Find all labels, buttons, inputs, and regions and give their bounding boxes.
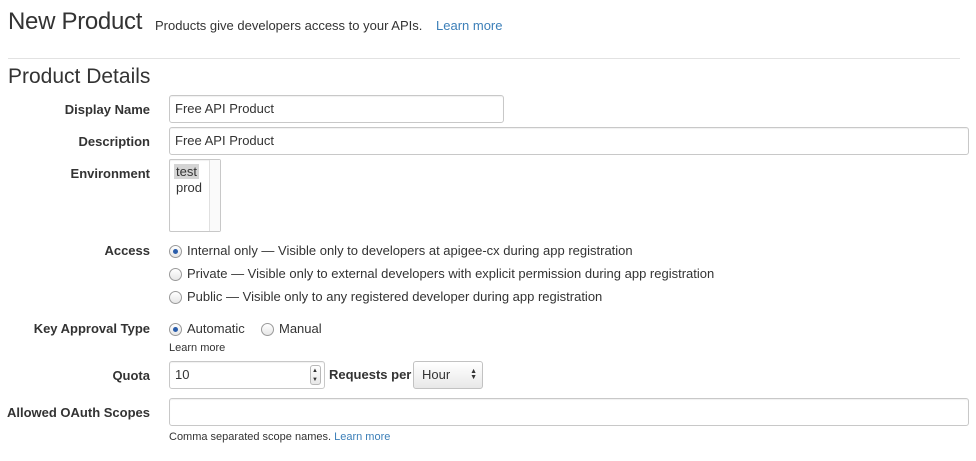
access-private-radio[interactable] <box>169 268 182 281</box>
description-input[interactable]: Free API Product <box>169 127 969 155</box>
access-internal-label[interactable]: Internal only — Visible only to develope… <box>187 243 633 258</box>
stepper-up-icon[interactable]: ▲ <box>312 368 318 374</box>
quota-unit-value: Hour <box>422 367 451 382</box>
key-approval-manual-radio[interactable] <box>261 323 274 336</box>
select-arrows-icon: ▲ ▼ <box>470 368 477 381</box>
section-title: Product Details <box>8 65 151 88</box>
access-label: Access <box>104 243 150 258</box>
oauth-scopes-help-text: Comma separated scope names. <box>169 431 332 443</box>
display-name-input[interactable]: Free API Product <box>169 95 504 123</box>
environment-option-test[interactable]: test <box>174 164 199 179</box>
environment-label: Environment <box>70 166 150 181</box>
environment-option-prod[interactable]: prod <box>174 180 204 195</box>
display-name-label: Display Name <box>64 102 150 117</box>
environment-scrollbar[interactable] <box>209 160 220 231</box>
environment-listbox[interactable]: test prod <box>169 159 221 232</box>
access-private-label[interactable]: Private — Visible only to external devel… <box>187 266 714 281</box>
key-approval-learn-more-link[interactable]: Learn more <box>169 342 225 354</box>
access-public-radio[interactable] <box>169 291 182 304</box>
oauth-scopes-input[interactable] <box>169 398 969 426</box>
requests-per-label: Requests per <box>329 367 412 382</box>
quota-label: Quota <box>112 368 150 383</box>
stepper-down-icon[interactable]: ▼ <box>312 377 318 383</box>
header-learn-more-link[interactable]: Learn more <box>436 18 502 33</box>
header-divider <box>8 58 960 59</box>
page-title: New Product <box>8 8 143 35</box>
oauth-scopes-help: Comma separated scope names. Learn more <box>169 431 390 443</box>
key-approval-automatic-label[interactable]: Automatic <box>187 321 245 336</box>
quota-unit-select[interactable]: Hour ▲ ▼ <box>413 361 483 389</box>
description-label: Description <box>78 134 150 149</box>
quota-stepper[interactable]: ▲ ▼ <box>310 365 321 385</box>
key-approval-automatic-radio[interactable] <box>169 323 182 336</box>
oauth-scopes-label: Allowed OAuth Scopes <box>6 405 150 420</box>
access-internal-radio[interactable] <box>169 245 182 258</box>
key-approval-label: Key Approval Type <box>33 321 150 336</box>
quota-input[interactable]: 10 <box>169 361 325 389</box>
access-public-label[interactable]: Public — Visible only to any registered … <box>187 289 602 304</box>
key-approval-manual-label[interactable]: Manual <box>279 321 322 336</box>
page-subtitle: Products give developers access to your … <box>155 18 423 33</box>
oauth-scopes-learn-more-link[interactable]: Learn more <box>334 431 390 443</box>
